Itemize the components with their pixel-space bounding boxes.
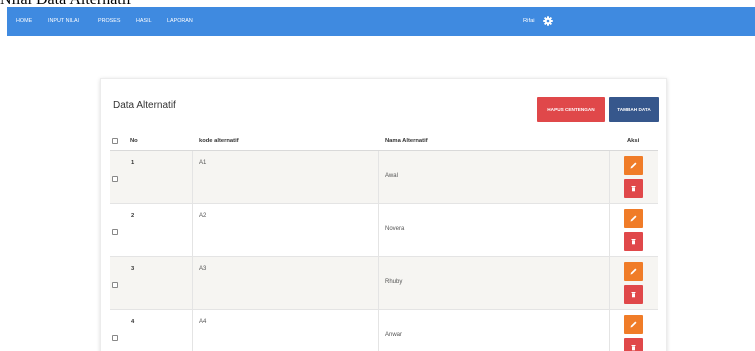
edit-button[interactable]: [624, 156, 643, 175]
trash-icon: [631, 239, 636, 245]
pencil-icon: [630, 268, 637, 275]
row-kode: A4: [199, 319, 207, 325]
trash-icon: [631, 292, 636, 298]
delete-button[interactable]: [624, 285, 643, 304]
table-row: 2 A2 Novera: [110, 204, 658, 257]
delete-button[interactable]: [624, 232, 643, 251]
pencil-icon: [630, 321, 637, 328]
pencil-icon: [630, 215, 637, 222]
trash-icon: [631, 186, 636, 192]
table-row: 4 A4 Anwar: [110, 310, 658, 351]
top-navbar: HOME INPUT NILAI PROSES HASIL LAPORAN Ri…: [7, 7, 755, 36]
nav-hasil[interactable]: HASIL: [136, 7, 152, 36]
delete-button[interactable]: [624, 179, 643, 198]
user-menu[interactable]: Rifai: [523, 7, 535, 36]
row-kode: A2: [199, 213, 207, 219]
row-checkbox[interactable]: [112, 335, 118, 341]
tambah-data-button[interactable]: TAMBAH DATA: [609, 97, 659, 122]
column-no: No: [130, 138, 138, 144]
data-alternatif-card: Data Alternatif HAPUS CENTENGAN TAMBAH D…: [100, 78, 667, 351]
row-checkbox[interactable]: [112, 282, 118, 288]
pencil-icon: [630, 162, 637, 169]
delete-button[interactable]: [624, 338, 643, 351]
row-no: 2: [131, 213, 135, 219]
row-nama: Rhuby: [385, 279, 403, 285]
row-nama: Novera: [385, 226, 405, 232]
table-header: No kode alternatif Nama Alternatif Aksi: [110, 131, 658, 151]
select-all-checkbox[interactable]: [112, 138, 118, 144]
edit-button[interactable]: [624, 209, 643, 228]
row-no: 1: [131, 160, 135, 166]
edit-button[interactable]: [624, 315, 643, 334]
nav-input-nilai[interactable]: INPUT NILAI: [48, 7, 79, 36]
table-row: 1 A1 Awal: [110, 151, 658, 204]
edit-button[interactable]: [624, 262, 643, 281]
alternatif-table: No kode alternatif Nama Alternatif Aksi …: [110, 131, 658, 351]
hapus-centangan-button[interactable]: HAPUS CENTENGAN: [537, 97, 605, 122]
row-checkbox[interactable]: [112, 176, 118, 182]
row-no: 3: [131, 266, 135, 272]
row-kode: A3: [199, 266, 207, 272]
nav-proses[interactable]: PROSES: [98, 7, 120, 36]
row-checkbox[interactable]: [112, 229, 118, 235]
column-nama-alternatif: Nama Alternatif: [385, 138, 428, 144]
row-nama: Anwar: [385, 332, 403, 338]
nav-laporan[interactable]: LAPORAN: [167, 7, 193, 36]
table-row: 3 A3 Rhuby: [110, 257, 658, 310]
row-nama: Awal: [385, 173, 398, 179]
nav-home[interactable]: HOME: [16, 7, 32, 36]
column-kode-alternatif: kode alternatif: [199, 138, 239, 144]
card-title: Data Alternatif: [113, 100, 176, 111]
trash-icon: [631, 345, 636, 351]
row-kode: A1: [199, 160, 207, 166]
gear-icon[interactable]: [543, 16, 553, 26]
column-aksi: Aksi: [627, 138, 640, 144]
row-no: 4: [131, 319, 135, 325]
